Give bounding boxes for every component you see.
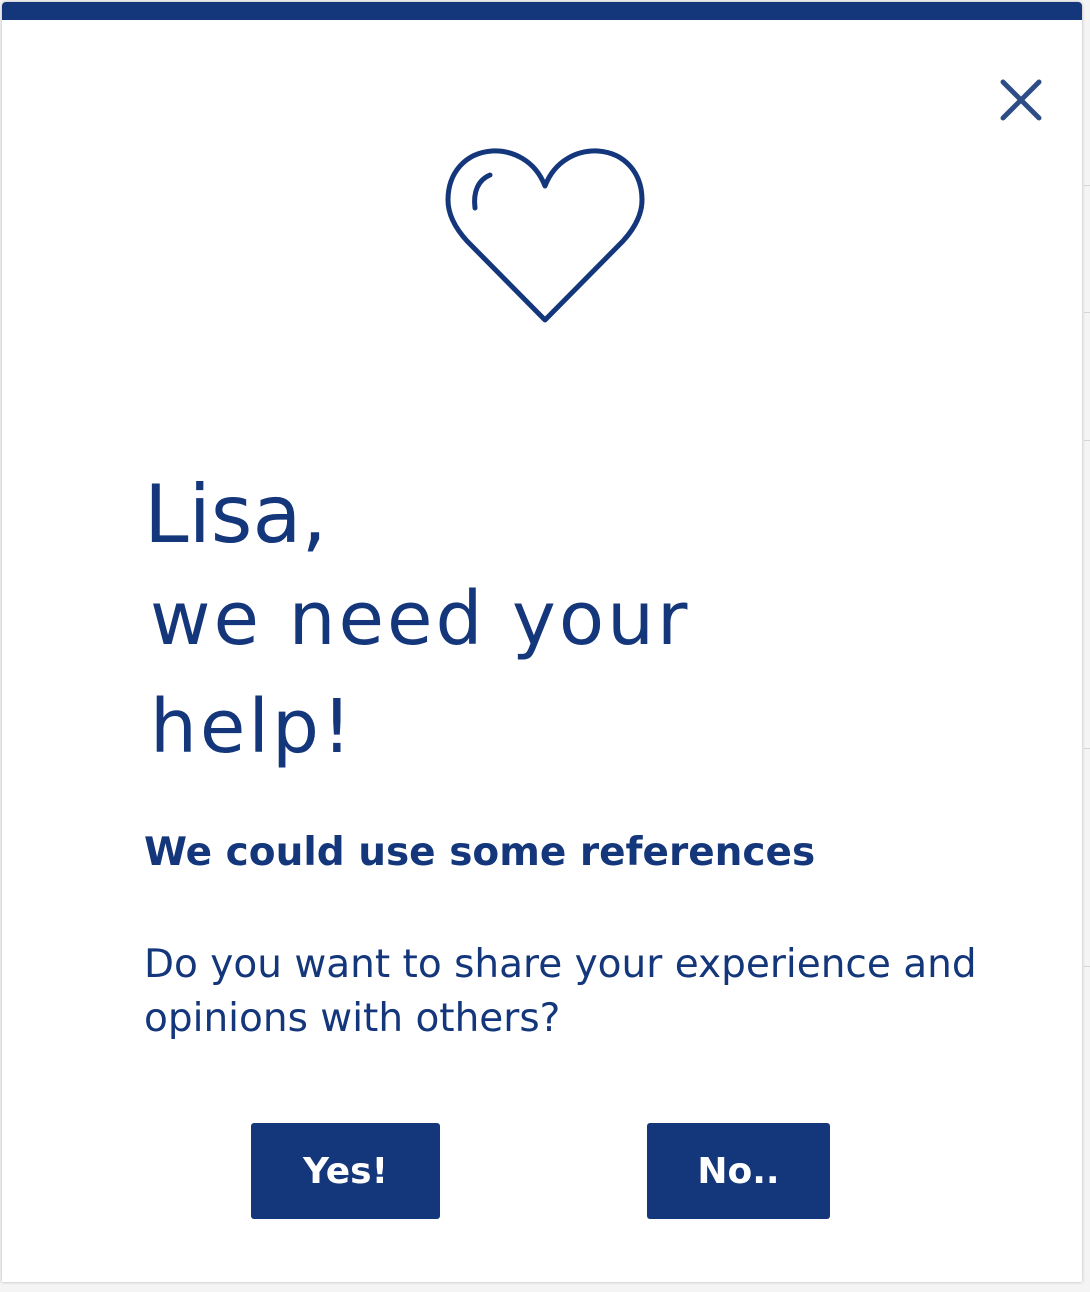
- close-icon: [1000, 79, 1042, 121]
- dialog-body-text: Do you want to share your experience and…: [144, 942, 977, 1041]
- background-divider: [1084, 185, 1090, 186]
- dialog-subheading: We could use some references: [144, 830, 816, 875]
- feedback-dialog: Lisa, we need your help! We could use so…: [2, 2, 1082, 1282]
- yes-button[interactable]: Yes!: [251, 1123, 440, 1219]
- background-divider: [1084, 748, 1090, 749]
- background-divider: [1084, 312, 1090, 313]
- greeting-heading: Lisa, we need your help!: [144, 465, 690, 781]
- greeting-line-2: help!: [150, 684, 355, 770]
- greeting-name: Lisa,: [144, 468, 327, 561]
- heart-icon: [445, 148, 645, 323]
- background-divider: [1084, 966, 1090, 967]
- greeting-line-1: we need your: [150, 576, 691, 662]
- close-button[interactable]: [996, 75, 1046, 125]
- no-button[interactable]: No..: [647, 1123, 830, 1219]
- background-divider: [1084, 440, 1090, 441]
